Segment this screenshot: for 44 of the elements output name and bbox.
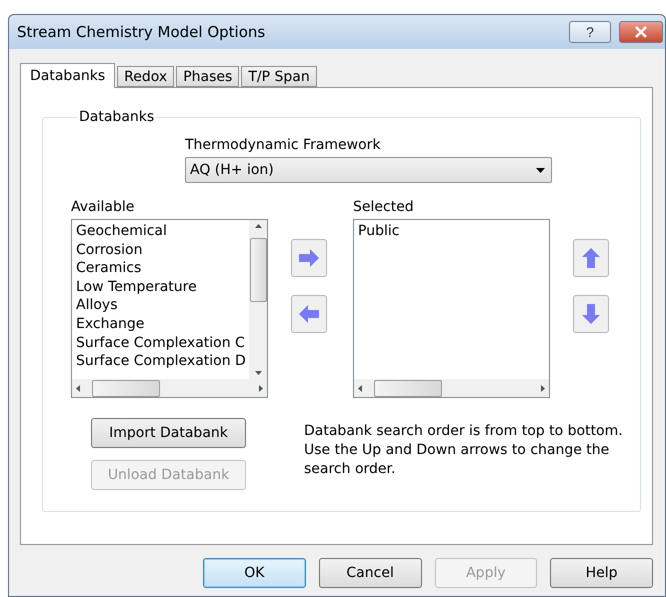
list-item[interactable]: Low Temperature xyxy=(76,278,245,296)
vertical-scrollbar[interactable] xyxy=(249,220,267,379)
list-item[interactable]: Geochemical xyxy=(76,222,245,241)
list-label: Available xyxy=(71,199,136,215)
tab[interactable]: Databanks xyxy=(20,63,116,88)
tab[interactable]: Phases xyxy=(176,66,240,87)
horizontal-scrollbar[interactable] xyxy=(354,379,549,397)
help-text: Databank search order is from top to bottom. Use the Up and Down arrows to change the search order. xyxy=(304,422,624,479)
list-item[interactable]: Surface Complexation C xyxy=(76,334,245,352)
available-list[interactable]: Geochemical Corrosion Ceramics Low Temperature Alloys Exchange Surface Complexation C Surface Complexation D xyxy=(71,219,268,398)
dialog-button[interactable]: Cancel xyxy=(318,558,422,588)
scroll-right-icon[interactable] xyxy=(541,384,545,392)
scroll-left-icon[interactable] xyxy=(76,384,80,392)
list-item[interactable]: Alloys xyxy=(76,296,245,315)
add-button[interactable] xyxy=(291,239,327,277)
framework-dropdown[interactable]: AQ (H+ ion) xyxy=(185,157,552,183)
list-item[interactable]: Public xyxy=(358,222,545,241)
scroll-down-icon[interactable] xyxy=(254,371,262,375)
group-label: Databanks xyxy=(78,109,156,125)
list-item[interactable]: Exchange xyxy=(76,314,245,334)
scroll-right-icon[interactable] xyxy=(259,384,263,392)
dropdown-arrow-icon xyxy=(536,168,545,172)
remove-button[interactable] xyxy=(291,295,327,333)
horizontal-scrollbar[interactable] xyxy=(72,379,267,397)
window-title: Stream Chemistry Model Options xyxy=(17,23,266,41)
close-icon xyxy=(635,26,647,38)
right-arrow-icon xyxy=(297,246,321,270)
databank-button[interactable]: Import Databank xyxy=(91,418,246,448)
scroll-left-icon[interactable] xyxy=(358,384,362,392)
list-item[interactable]: Ceramics xyxy=(76,259,245,278)
dialog-button[interactable]: OK xyxy=(203,558,306,588)
dialog-button[interactable]: Help xyxy=(550,558,653,588)
list-label: Selected xyxy=(353,199,415,215)
field-label: Thermodynamic Framework xyxy=(185,137,382,153)
move-down-button[interactable] xyxy=(573,295,609,333)
move-up-button[interactable] xyxy=(573,239,609,277)
tab[interactable]: Redox xyxy=(117,66,174,87)
close-button[interactable] xyxy=(619,21,663,43)
scroll-up-icon[interactable] xyxy=(254,224,262,228)
selected-list[interactable]: Public xyxy=(353,219,550,398)
list-item[interactable]: Surface Complexation D xyxy=(76,352,245,371)
list-item[interactable]: Corrosion xyxy=(76,240,245,260)
tab[interactable]: T/P Span xyxy=(241,66,317,87)
help-button[interactable]: ? xyxy=(569,21,611,43)
